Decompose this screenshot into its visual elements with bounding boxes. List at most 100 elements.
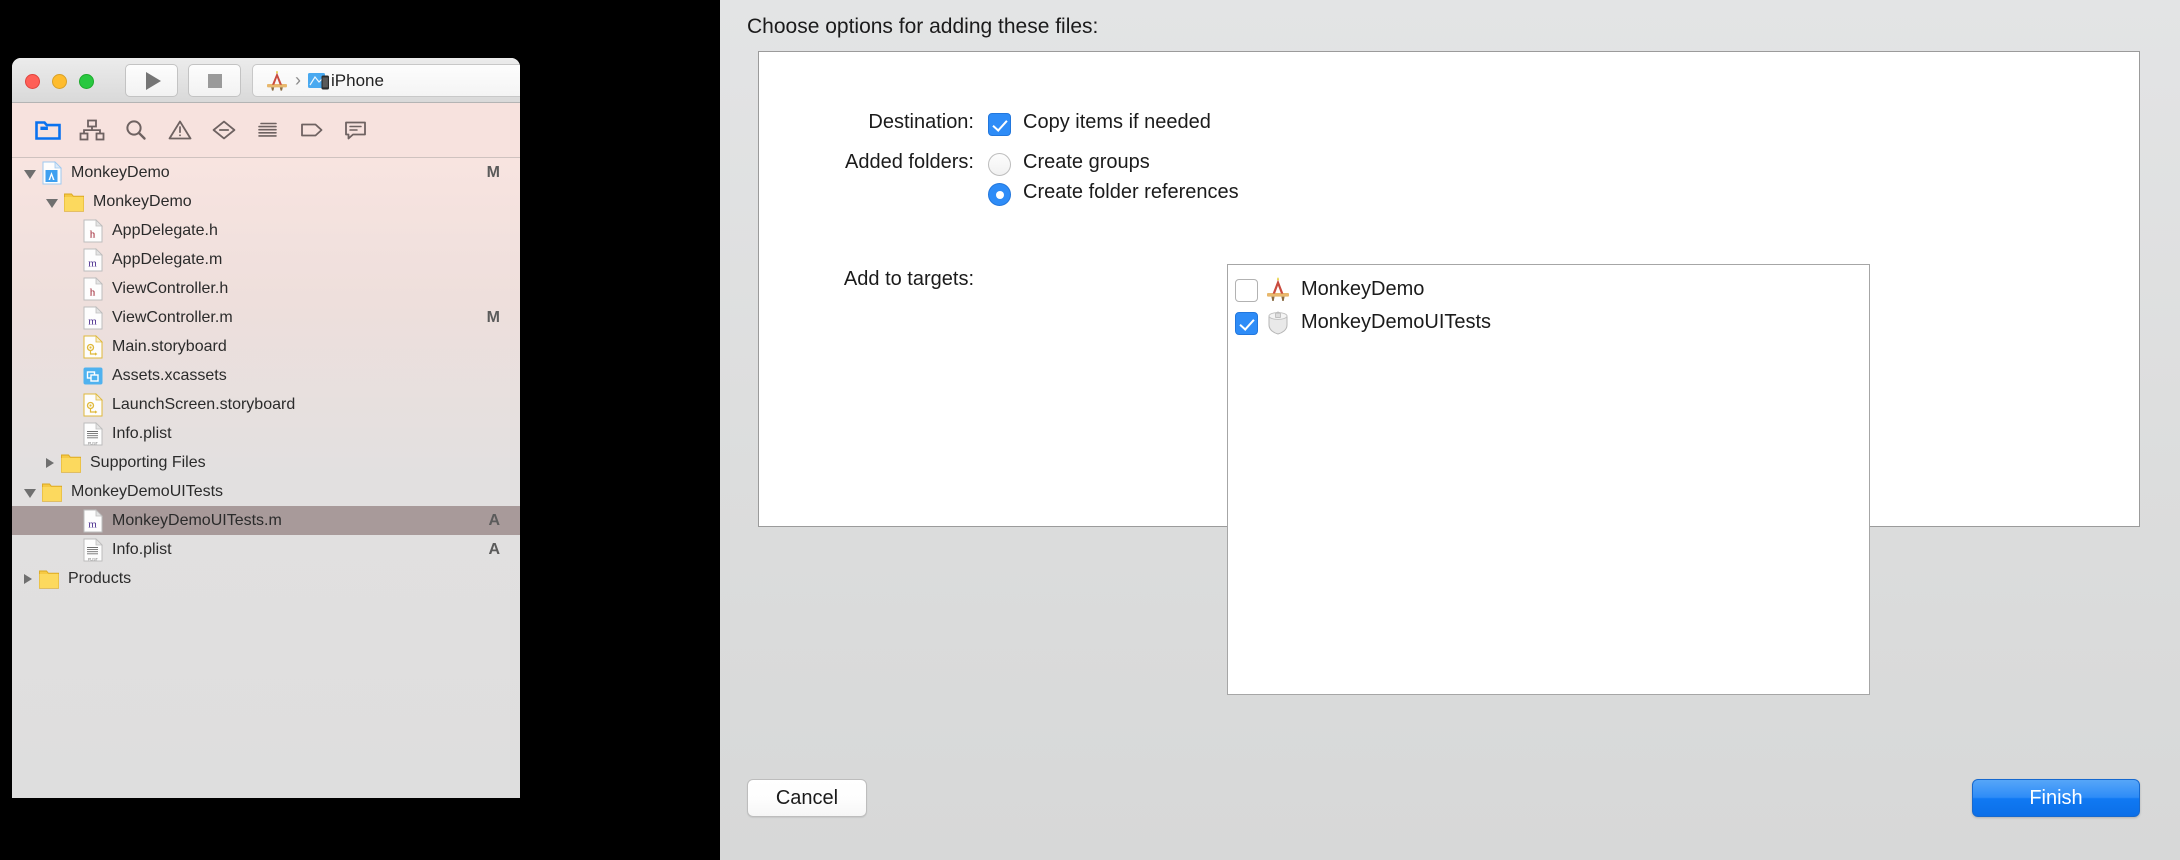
tree-row[interactable]: MonkeyDemo bbox=[12, 187, 520, 216]
disclosure-triangle-icon[interactable] bbox=[24, 170, 36, 179]
xcode-app-target-icon bbox=[1267, 277, 1289, 301]
create-groups-radio[interactable] bbox=[988, 153, 1011, 176]
report-navigator-tab[interactable] bbox=[334, 113, 378, 147]
tree-row-label: Supporting Files bbox=[90, 453, 206, 471]
m-file-icon: m bbox=[83, 305, 103, 329]
tree-row-status-badge: M bbox=[486, 308, 500, 326]
debug-navigator-tab[interactable] bbox=[246, 113, 290, 147]
test-bundle-target-icon bbox=[1268, 310, 1288, 335]
tree-row[interactable]: PLIST Info.plist bbox=[12, 419, 520, 448]
create-folder-references-radio[interactable] bbox=[988, 183, 1011, 206]
target-checkbox-monkeydemouitests[interactable] bbox=[1235, 312, 1258, 335]
source-control-navigator-tab[interactable] bbox=[70, 113, 114, 147]
destination-label: Destination: bbox=[868, 111, 974, 133]
create-folder-references-row: Create folder references bbox=[758, 181, 1658, 206]
run-button[interactable] bbox=[125, 64, 178, 97]
stop-icon bbox=[207, 73, 222, 88]
copy-items-label: Copy items if needed bbox=[1023, 111, 1211, 133]
tag-icon bbox=[301, 123, 323, 137]
target-row[interactable]: MonkeyDemoUITests bbox=[1235, 306, 1869, 339]
create-folder-references-label: Create folder references bbox=[1023, 181, 1239, 203]
stop-button[interactable] bbox=[188, 64, 241, 97]
storyboard-icon bbox=[83, 392, 103, 416]
tree-row-label: Info.plist bbox=[112, 540, 172, 558]
tree-row-label: LaunchScreen.storyboard bbox=[112, 395, 296, 413]
tree-row[interactable]: MonkeyDemoUITests bbox=[12, 477, 520, 506]
xcode-scheme-icon bbox=[267, 70, 287, 91]
minimize-window-button[interactable] bbox=[52, 74, 67, 89]
tree-row[interactable]: m AppDelegate.m bbox=[12, 245, 520, 274]
tree-row-label: MonkeyDemoUITests.m bbox=[112, 511, 282, 529]
add-files-dialog: Choose options for adding these files: D… bbox=[720, 0, 2180, 860]
xcode-project-icon bbox=[42, 160, 62, 184]
project-navigator-tab[interactable] bbox=[26, 113, 70, 147]
target-label: MonkeyDemo bbox=[1301, 278, 1425, 300]
tree-row[interactable]: h AppDelegate.h bbox=[12, 216, 520, 245]
tree-row[interactable]: PLIST Info.plist A bbox=[12, 535, 520, 564]
destination-row: Destination: Copy items if needed bbox=[758, 111, 1658, 136]
breakpoint-navigator-tab[interactable] bbox=[290, 113, 334, 147]
list-lines-icon bbox=[258, 122, 277, 137]
target-row[interactable]: MonkeyDemo bbox=[1235, 273, 1869, 306]
folder-icon bbox=[35, 121, 61, 140]
issue-navigator-tab[interactable] bbox=[158, 113, 202, 147]
folder-yellow-icon bbox=[42, 483, 62, 502]
tree-row-label: MonkeyDemoUITests bbox=[71, 482, 224, 500]
device-icon bbox=[308, 72, 329, 89]
copy-items-checkbox[interactable] bbox=[988, 113, 1011, 136]
folder-yellow-icon bbox=[64, 193, 84, 212]
svg-text:h: h bbox=[90, 286, 96, 298]
tree-row-label: MonkeyDemo bbox=[71, 163, 170, 181]
warning-triangle-icon bbox=[168, 120, 192, 140]
plist-icon: PLIST bbox=[83, 421, 103, 445]
project-navigator-tree[interactable]: MonkeyDemo M MonkeyDemo h AppDelegate.h m AppD… bbox=[12, 158, 520, 798]
tree-row[interactable]: Assets.xcassets bbox=[12, 361, 520, 390]
tree-row-status-badge: A bbox=[488, 511, 500, 529]
plist-icon: PLIST bbox=[83, 537, 103, 561]
added-folders-row: Added folders: Create groups bbox=[758, 151, 1658, 176]
tree-row[interactable]: m ViewController.m M bbox=[12, 303, 520, 332]
storyboard-icon bbox=[83, 334, 103, 358]
tree-row[interactable]: m MonkeyDemoUITests.m A bbox=[12, 506, 520, 535]
tree-row-label: Products bbox=[68, 569, 132, 587]
tree-row[interactable]: h ViewController.h bbox=[12, 274, 520, 303]
m-file-icon: m bbox=[83, 508, 103, 532]
m-file-icon: m bbox=[83, 247, 103, 271]
disclosure-triangle-icon[interactable] bbox=[24, 573, 32, 584]
tree-row[interactable]: Main.storyboard bbox=[12, 332, 520, 361]
scheme-selector[interactable]: › iPhone bbox=[252, 64, 520, 97]
finish-button[interactable]: Finish bbox=[1972, 779, 2140, 817]
add-to-targets-row: Add to targets: bbox=[758, 268, 1058, 291]
test-navigator-tab[interactable] bbox=[202, 113, 246, 147]
close-window-button[interactable] bbox=[25, 74, 40, 89]
targets-list[interactable]: MonkeyDemo MonkeyDemoUITests bbox=[1227, 264, 1870, 695]
tree-row[interactable]: MonkeyDemo M bbox=[12, 158, 520, 187]
navigator-tab-bar bbox=[12, 103, 520, 158]
cancel-button-label: Cancel bbox=[775, 786, 839, 809]
svg-text:h: h bbox=[90, 228, 96, 240]
cancel-button[interactable]: Cancel bbox=[747, 779, 867, 817]
added-folders-label: Added folders: bbox=[845, 151, 974, 173]
tree-row[interactable]: Supporting Files bbox=[12, 448, 520, 477]
add-to-targets-label: Add to targets: bbox=[843, 268, 974, 290]
tree-row-status-badge: A bbox=[488, 540, 500, 558]
disclosure-triangle-icon[interactable] bbox=[24, 489, 36, 498]
tree-row-label: AppDelegate.h bbox=[112, 221, 218, 239]
branch-icon bbox=[79, 119, 105, 141]
diamond-minus-icon bbox=[212, 120, 236, 140]
xcode-window: › iPhone MonkeyDemo M MonkeyDemo h AppDe… bbox=[12, 58, 520, 798]
svg-text:m: m bbox=[88, 518, 97, 530]
svg-text:m: m bbox=[88, 257, 97, 269]
zoom-window-button[interactable] bbox=[79, 74, 94, 89]
target-checkbox-monkeydemo[interactable] bbox=[1235, 279, 1258, 302]
finish-button-label: Finish bbox=[2029, 786, 2083, 809]
disclosure-triangle-icon[interactable] bbox=[46, 199, 58, 208]
chevron-right-icon: › bbox=[295, 70, 301, 90]
window-titlebar: › iPhone bbox=[12, 58, 520, 103]
symbol-navigator-tab[interactable] bbox=[114, 113, 158, 147]
tree-row[interactable]: LaunchScreen.storyboard bbox=[12, 390, 520, 419]
tree-row[interactable]: Products bbox=[12, 564, 520, 593]
xcassets-icon bbox=[83, 367, 103, 384]
tree-row-label: Main.storyboard bbox=[112, 337, 227, 355]
disclosure-triangle-icon[interactable] bbox=[46, 457, 54, 468]
